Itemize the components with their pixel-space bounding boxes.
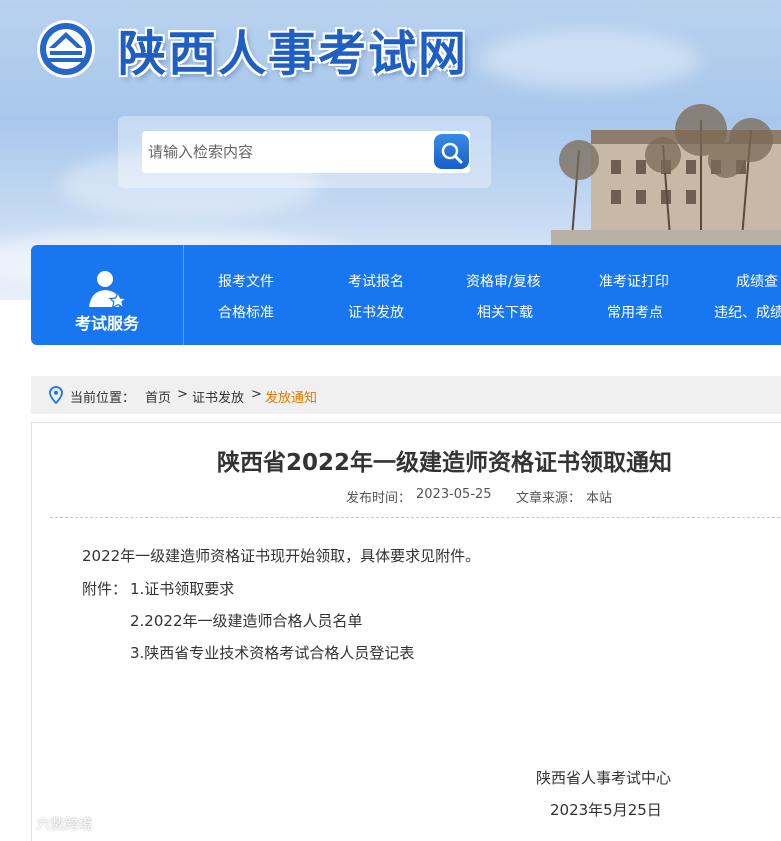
breadcrumb-current[interactable]: 发放通知: [265, 387, 317, 406]
background-cloud: [480, 30, 700, 90]
breadcrumb-separator: >: [251, 387, 262, 402]
source-label: 文章来源：: [516, 491, 582, 506]
watermark: 六数跨境: [6, 814, 92, 834]
signature-org: 陕西省人事考试中心: [536, 769, 672, 787]
exam-service-label: 考试服务: [74, 314, 139, 333]
nav-link-violations[interactable]: 违纪、成绩: [714, 302, 781, 322]
building-trees-illustration: [551, 104, 781, 250]
breadcrumb-prefix: 当前位置：: [70, 391, 136, 406]
publish-time-label: 发布时间：: [346, 491, 412, 506]
nav-link-exam-sites[interactable]: 常用考点: [607, 302, 663, 322]
article-intro: 2022年一级建造师资格证书现开始领取，具体要求见附件。: [82, 547, 481, 565]
attachment-link[interactable]: 2.2022年一级建造师合格人员名单: [130, 610, 363, 631]
source-value: 本站: [586, 491, 613, 506]
breadcrumb: 当前位置： 首页 > 证书发放 > 发放通知: [31, 376, 781, 414]
article-title: 陕西省2022年一级建造师资格证书领取通知: [217, 450, 673, 476]
watermark-text: 六数跨境: [36, 817, 93, 833]
breadcrumb-home[interactable]: 首页: [145, 387, 171, 406]
site-title: 陕西人事考试网: [118, 26, 469, 82]
attachment-link[interactable]: 1.证书领取要求: [130, 578, 234, 599]
title-divider: [50, 517, 781, 518]
nav-link-qualification-review[interactable]: 资格审/复核: [466, 271, 541, 291]
user-star-icon: [89, 271, 127, 309]
main-nav: 考试服务 报考文件 考试报名 资格审/复核 准考证打印 成绩查 合格标准 证书发…: [31, 245, 781, 345]
publish-date: 2023-05-25: [416, 487, 492, 502]
site-logo-icon: [37, 20, 95, 78]
watermark-logo-icon: [6, 817, 31, 831]
attachments-label: 附件：: [82, 580, 128, 598]
nav-link-certificate-issue[interactable]: 证书发放: [348, 302, 404, 322]
breadcrumb-separator: >: [177, 387, 188, 402]
breadcrumb-certificate-issue[interactable]: 证书发放: [192, 387, 244, 406]
nav-link-admission-ticket[interactable]: 准考证打印: [599, 271, 669, 291]
search-icon: [441, 142, 463, 164]
attachment-link[interactable]: 3.陕西省专业技术资格考试合格人员登记表: [130, 642, 414, 663]
signature-date: 2023年5月25日: [550, 801, 662, 819]
location-pin-icon: [49, 386, 63, 404]
nav-link-score-query[interactable]: 成绩查: [736, 271, 778, 291]
search-input[interactable]: [142, 131, 432, 173]
nav-link-exam-docs[interactable]: 报考文件: [218, 271, 274, 291]
nav-link-pass-standard[interactable]: 合格标准: [218, 302, 274, 322]
nav-link-downloads[interactable]: 相关下载: [477, 302, 533, 322]
search-button[interactable]: [432, 131, 470, 173]
exam-service-block[interactable]: 考试服务: [31, 245, 184, 345]
nav-link-exam-registration[interactable]: 考试报名: [348, 271, 404, 291]
